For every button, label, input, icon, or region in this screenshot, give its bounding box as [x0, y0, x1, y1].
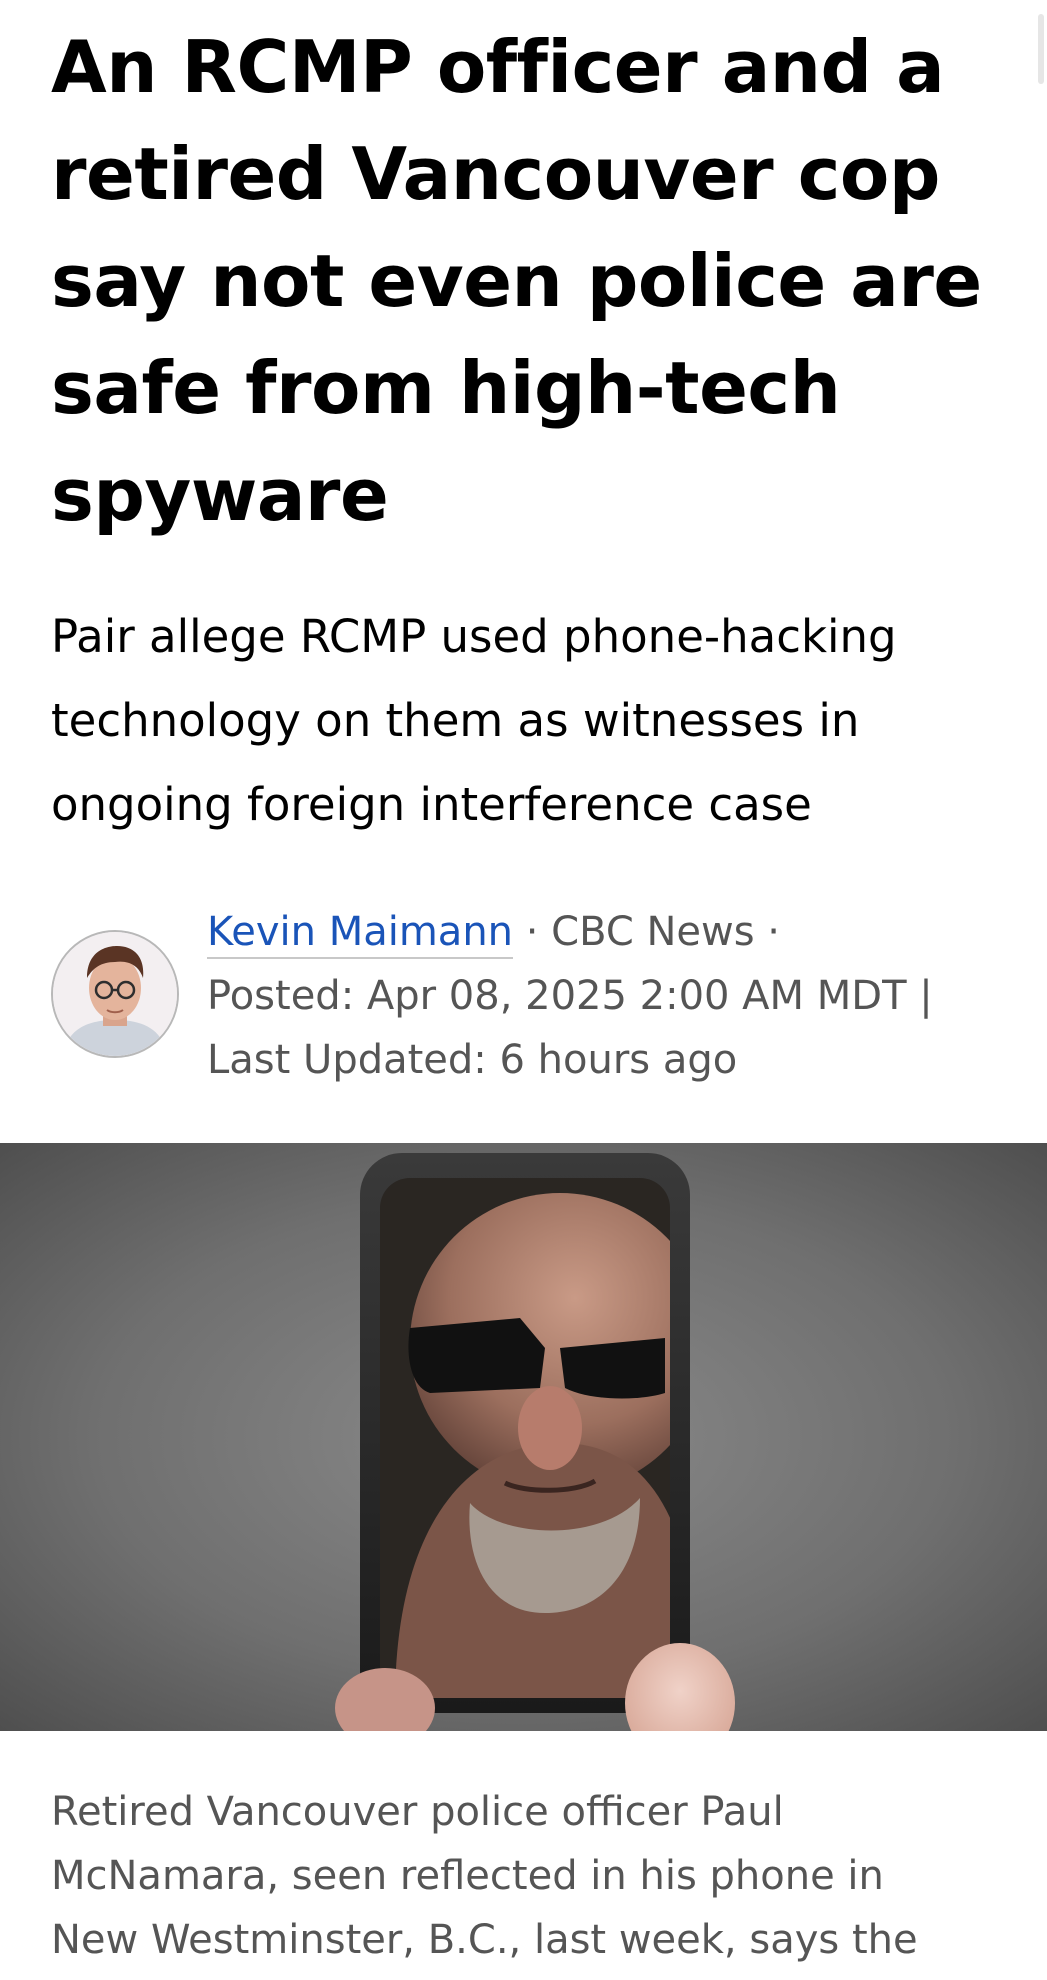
hero-image[interactable]: [0, 1143, 1047, 1731]
hero-photo-icon: [0, 1143, 1047, 1731]
caption-line: New Westminster, B.C., last week, says t…: [51, 1917, 918, 1963]
byline-text: Kevin Maimann · CBC News · Posted: Apr 0…: [207, 900, 1007, 1092]
headline-line: retired Vancouver cop: [51, 132, 940, 216]
caption-line: Retired Vancouver police officer Paul: [51, 1789, 784, 1835]
updated-date: Last Updated: 6 hours ago: [207, 1037, 738, 1083]
author-link[interactable]: Kevin Maimann: [207, 909, 514, 959]
deck-line: ongoing foreign interference case: [51, 778, 812, 831]
deck-line: Pair allege RCMP used phone-hacking: [51, 610, 897, 663]
article-deck: Pair allege RCMP used phone-hacking tech…: [51, 595, 1011, 847]
outlet-name: CBC News: [551, 909, 755, 955]
author-photo-icon: [53, 932, 177, 1056]
headline: An RCMP officer and a retired Vancouver …: [51, 14, 1011, 549]
photo-caption: Retired Vancouver police officer Paul Mc…: [51, 1780, 1011, 1972]
headline-line: say not even police are: [51, 239, 982, 323]
author-avatar[interactable]: [51, 930, 179, 1058]
byline-separator: ·: [525, 909, 539, 955]
byline: Kevin Maimann · CBC News · Posted: Apr 0…: [51, 900, 1011, 1083]
headline-line: safe from high-tech: [51, 346, 841, 430]
headline-line: An RCMP officer and a: [51, 25, 945, 109]
byline-separator: ·: [767, 909, 781, 955]
deck-line: technology on them as witnesses in: [51, 694, 860, 747]
headline-line: spyware: [51, 453, 389, 537]
caption-line: McNamara, seen reflected in his phone in: [51, 1853, 884, 1899]
posted-date: Posted: Apr 08, 2025 2:00 AM MDT |: [207, 973, 933, 1019]
scrollbar[interactable]: [1038, 14, 1044, 84]
